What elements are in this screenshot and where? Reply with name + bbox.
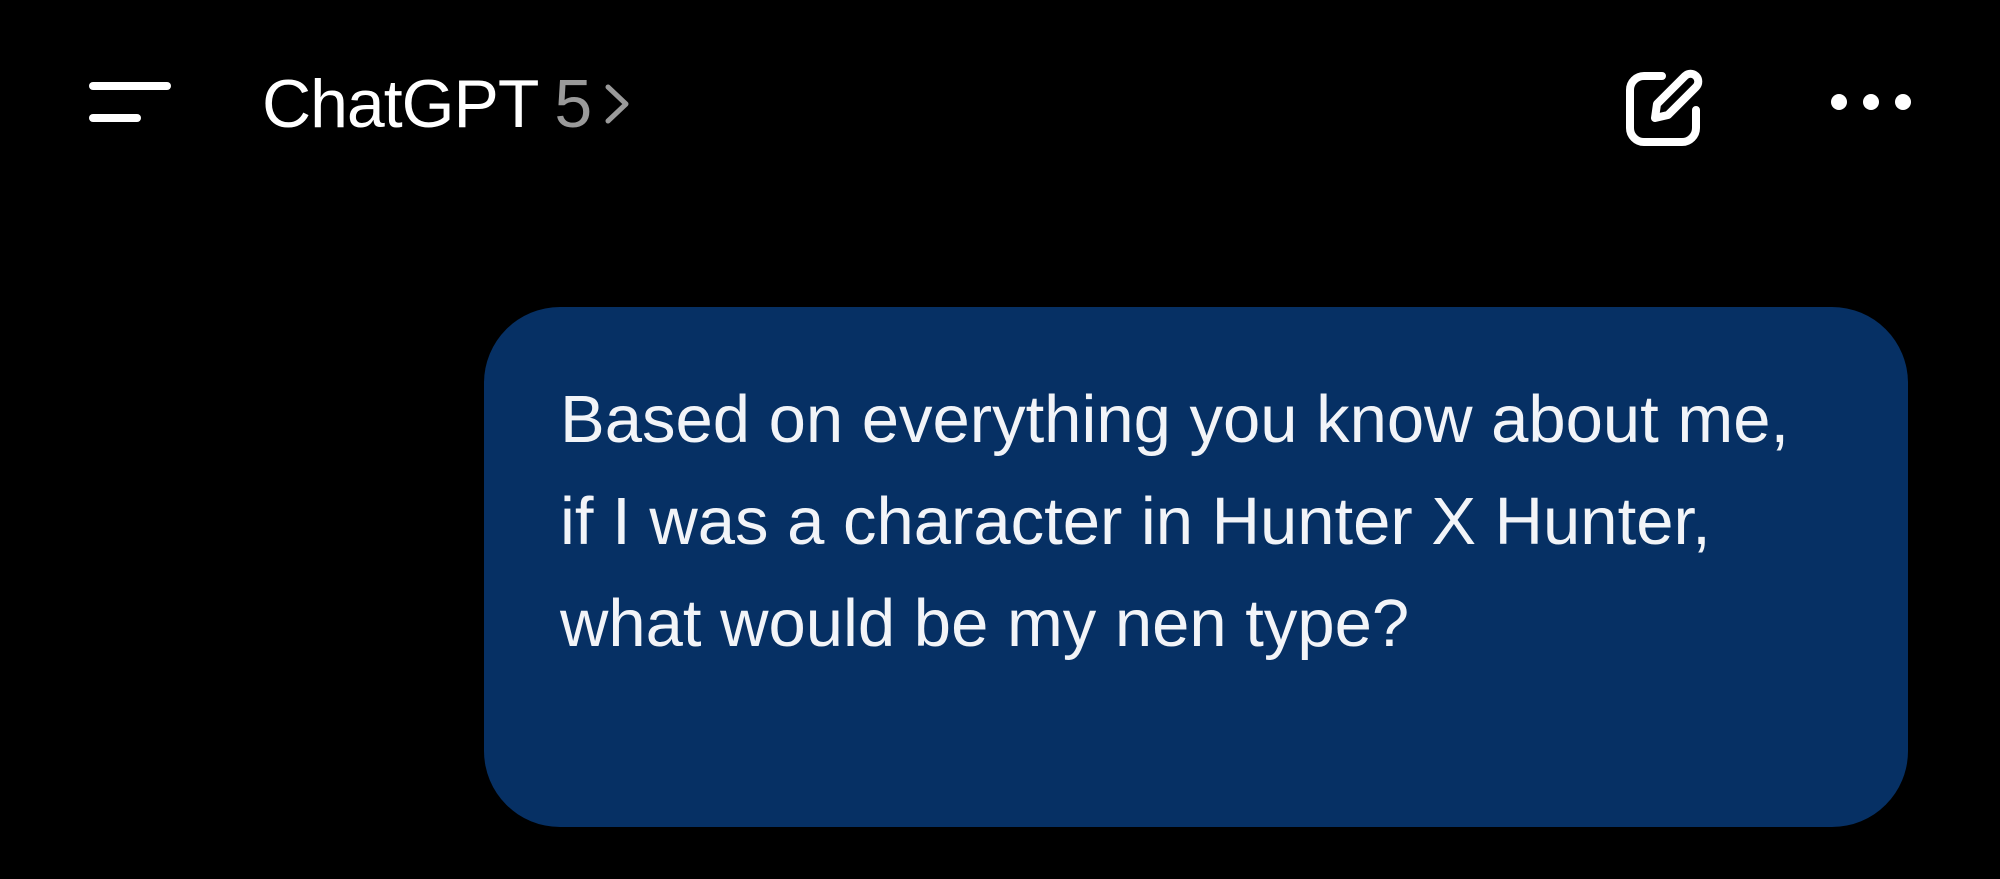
ellipsis-horizontal-icon[interactable] (1826, 84, 1916, 120)
user-message-bubble: Based on everything you know about me, i… (484, 307, 1908, 827)
chevron-right-icon (602, 81, 632, 127)
hamburger-menu-icon[interactable] (88, 78, 172, 126)
model-selector[interactable]: ChatGPT 5 (262, 62, 632, 146)
new-chat-pencil-icon[interactable] (1622, 66, 1706, 150)
chat-screen: ChatGPT 5 Based on everything you know a (0, 0, 2000, 879)
app-title: ChatGPT (262, 66, 539, 142)
user-message-text: Based on everything you know about me, i… (560, 382, 1790, 661)
model-version: 5 (554, 66, 593, 142)
top-bar: ChatGPT 5 (0, 0, 2000, 210)
